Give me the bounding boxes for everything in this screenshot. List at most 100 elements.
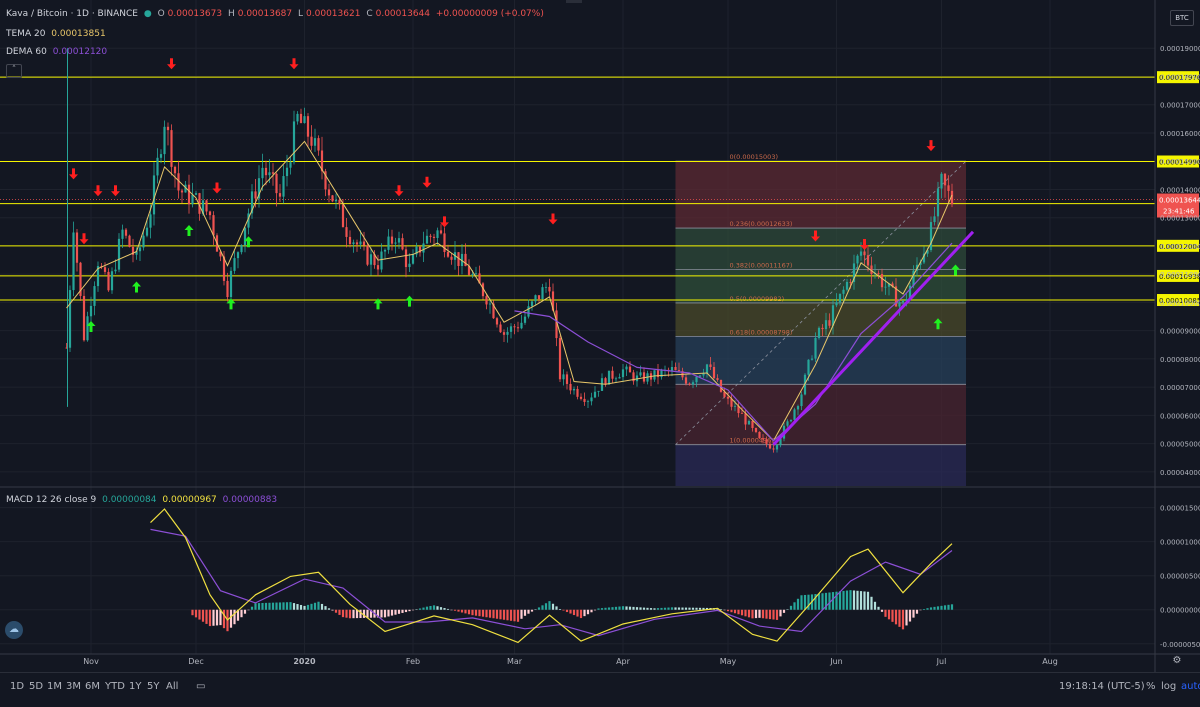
candle-body: [243, 227, 247, 246]
candle-body: [856, 255, 859, 264]
candle-body: [625, 366, 628, 370]
candle-body: [422, 243, 425, 253]
timeframe-all[interactable]: All: [166, 681, 178, 692]
macd-histogram-bar: [201, 609, 205, 622]
macd-histogram-bar: [943, 605, 947, 610]
collapse-legend-button[interactable]: ˄: [6, 64, 22, 78]
candle-body: [534, 295, 537, 302]
macd-histogram-bar: [751, 609, 754, 619]
macd-histogram-bar: [744, 609, 747, 617]
macd-histogram-bar: [467, 609, 471, 615]
candle-body: [597, 390, 600, 392]
macd-histogram-bar: [688, 607, 691, 610]
candle-body: [110, 271, 114, 291]
macd-histogram-bar: [859, 591, 863, 610]
macd-histogram-bar: [341, 609, 345, 618]
candle-body: [705, 364, 709, 374]
chart-canvas[interactable]: 0(0.00015003) 0.236(0.00012633) 0.382(0.00…: [0, 0, 1200, 683]
macd-histogram-bar: [901, 609, 905, 630]
tema-legend[interactable]: TEMA 20 0.00013851: [6, 28, 109, 40]
auto-scale-button[interactable]: auto: [1181, 681, 1200, 692]
candle-body: [688, 383, 691, 385]
y-axis-tick-label: 0.00007000: [1160, 384, 1200, 392]
macd-histogram-bar: [660, 607, 663, 610]
tradingview-logo[interactable]: ☁: [5, 621, 23, 639]
timeframe-1d[interactable]: 1D: [10, 681, 24, 692]
timeframe-ytd[interactable]: YTD: [105, 681, 125, 692]
candle-body: [947, 185, 950, 191]
candle-body: [485, 296, 488, 305]
drag-handle[interactable]: [566, 0, 582, 3]
log-scale-button[interactable]: log: [1161, 681, 1176, 692]
macd-histogram-bar: [670, 607, 674, 610]
candle-body: [345, 227, 348, 237]
macd-histogram-bar: [348, 609, 352, 619]
macd-histogram-bar: [730, 609, 733, 613]
x-axis-tick-label: Jun: [829, 657, 843, 666]
gear-icon[interactable]: ⚙: [1173, 655, 1182, 666]
y-axis-tick-label: 0.00010000: [1160, 299, 1200, 307]
candle-body: [593, 391, 597, 398]
timeframe-3m[interactable]: 3M: [66, 681, 81, 692]
macd-histogram-bar: [628, 606, 632, 610]
tema-label: TEMA 20: [6, 29, 46, 39]
percent-scale-button[interactable]: %: [1146, 681, 1156, 692]
candle-body: [376, 265, 380, 270]
macd-histogram-bar: [618, 606, 621, 610]
macd-histogram-bar: [359, 609, 362, 619]
x-axis-tick-label: Dec: [188, 657, 203, 666]
timeframe-1y[interactable]: 1Y: [129, 681, 141, 692]
macd-histogram-bar: [534, 609, 537, 611]
candle-body: [331, 195, 334, 202]
timeframe-1m[interactable]: 1M: [47, 681, 62, 692]
candle-body: [352, 242, 355, 244]
macd-histogram-bar: [299, 604, 303, 610]
candle-body: [775, 445, 779, 450]
macd-histogram-bar: [387, 609, 390, 617]
fib-level-label: 0.5(0.00009982): [730, 295, 785, 303]
y-axis-tick-label: 0.00014000: [1160, 186, 1200, 194]
candle-body: [901, 300, 905, 303]
candle-body: [838, 293, 842, 303]
macd-histogram-bar: [516, 609, 520, 622]
x-axis-tick-label: Feb: [406, 657, 420, 666]
candle-body: [180, 190, 184, 193]
candle-body: [509, 326, 513, 332]
macd-histogram-bar: [604, 607, 607, 610]
macd-histogram-bar: [642, 607, 646, 610]
macd-histogram-bar: [681, 607, 684, 610]
timeframe-5y[interactable]: 5Y: [147, 681, 159, 692]
chart-area[interactable]: 0(0.00015003) 0.236(0.00012633) 0.382(0.00…: [0, 0, 1200, 706]
y-axis-tick-label: 0.00005000: [1160, 441, 1200, 449]
candle-body: [583, 398, 586, 402]
candle-body: [488, 303, 492, 305]
timeframe-5d[interactable]: 5D: [29, 681, 43, 692]
macd-histogram-bar: [404, 609, 408, 613]
clock-display[interactable]: 19:18:14 (UTC-5): [1059, 681, 1145, 692]
fib-zone: [675, 336, 966, 385]
macd-histogram-bar: [250, 606, 254, 610]
candle-body: [275, 173, 278, 194]
macd-histogram-bar: [737, 609, 740, 615]
high-value: 0.00013687: [237, 9, 293, 19]
symbol-title[interactable]: Kava / Bitcoin · 1D · BINANCE: [6, 9, 138, 19]
macd-histogram-bar: [537, 607, 541, 610]
macd-histogram-bar: [789, 605, 793, 610]
macd-histogram-bar: [425, 606, 429, 610]
candle-body: [709, 364, 712, 367]
macd-histogram-bar: [852, 590, 856, 610]
macd-histogram-bar: [485, 609, 488, 618]
candle-body: [628, 366, 632, 373]
currency-badge[interactable]: BTC: [1170, 10, 1194, 26]
goto-date-button[interactable]: ▭: [196, 681, 205, 692]
timeframe-6m[interactable]: 6M: [85, 681, 100, 692]
candle-body: [327, 189, 331, 196]
candle-body: [285, 167, 289, 177]
macd-histogram-bar: [786, 609, 789, 610]
candle-body: [439, 230, 443, 234]
macd-histogram-bar: [646, 607, 649, 610]
dema-legend[interactable]: DEMA 60 0.00012120: [6, 46, 110, 58]
macd-histogram-bar: [408, 609, 411, 612]
macd-histogram-bar: [446, 608, 450, 610]
macd-legend[interactable]: MACD 12 26 close 9 0.00000084 0.00000967…: [6, 494, 280, 506]
